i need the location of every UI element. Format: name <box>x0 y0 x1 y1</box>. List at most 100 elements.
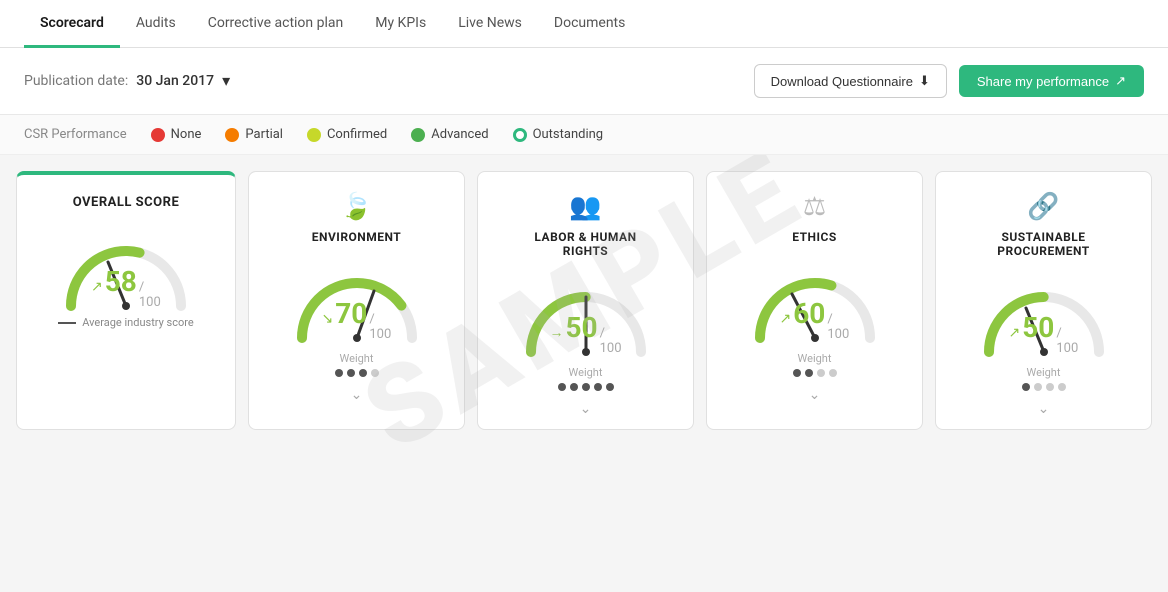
sustainable-arrow: ↗ <box>1009 325 1021 341</box>
weight-dot <box>829 369 837 377</box>
pub-date-label: Publication date: <box>24 73 128 89</box>
download-questionnaire-button[interactable]: Download Questionnaire ⬇ <box>754 64 947 98</box>
navigation: Scorecard Audits Corrective action plan … <box>0 0 1168 48</box>
outstanding-label: Outstanding <box>533 127 604 142</box>
none-dot <box>151 128 165 142</box>
confirmed-label: Confirmed <box>327 127 387 142</box>
sustainable-score-denom: / 100 <box>1056 326 1078 356</box>
share-label: Share my performance <box>977 74 1109 89</box>
ethics-title: ETHICS <box>792 230 837 244</box>
advanced-dot <box>411 128 425 142</box>
weight-dot <box>582 383 590 391</box>
pub-date-dropdown[interactable]: ▾ <box>222 71 230 91</box>
csr-performance-label: CSR Performance <box>24 127 127 142</box>
sustainable-weight-label: Weight <box>1027 366 1061 379</box>
none-label: None <box>171 127 202 142</box>
environment-score-num: 70 <box>335 297 367 330</box>
ethics-score-display: ↗ 60 / 100 <box>780 297 850 342</box>
weight-dot <box>793 369 801 377</box>
ethics-weight-dots <box>793 369 837 377</box>
partial-label: Partial <box>245 127 283 142</box>
sustainable-chevron[interactable]: ⌄ <box>1038 401 1050 417</box>
weight-dot <box>1034 383 1042 391</box>
tab-documents[interactable]: Documents <box>538 1 641 48</box>
tab-livenews[interactable]: Live News <box>442 1 538 48</box>
overall-score-num: 58 <box>105 265 137 298</box>
environment-card[interactable]: 🍃 ENVIRONMENT ↘ 70 / 100 Weight ⌄ <box>248 171 465 430</box>
weight-dot <box>1046 383 1054 391</box>
ethics-icon: ⚖ <box>803 192 826 222</box>
sustainable-title: SUSTAINABLEPROCUREMENT <box>997 230 1089 258</box>
overall-score-display: ↗ 58 / 100 <box>91 265 161 310</box>
environment-weight-label: Weight <box>340 352 374 365</box>
environment-icon: 🍃 <box>340 192 372 222</box>
sustainable-score-display: ↗ 50 / 100 <box>1009 311 1079 356</box>
avg-label: Average industry score <box>82 316 193 329</box>
labor-chevron[interactable]: ⌄ <box>580 401 592 417</box>
weight-dot <box>335 369 343 377</box>
download-icon: ⬇ <box>919 73 930 89</box>
labor-arrow: → <box>549 324 563 341</box>
tab-mykpis[interactable]: My KPIs <box>359 1 442 48</box>
weight-dot <box>1058 383 1066 391</box>
legend-bar: CSR Performance None Partial Confirmed A… <box>0 115 1168 155</box>
sustainable-gauge: ↗ 50 / 100 <box>974 272 1114 352</box>
labor-title: LABOR & HUMANRIGHTS <box>534 230 636 258</box>
ethics-weight-label: Weight <box>798 352 832 365</box>
weight-dot <box>359 369 367 377</box>
environment-score-denom: / 100 <box>369 312 391 342</box>
weight-dot <box>371 369 379 377</box>
ethics-card[interactable]: ⚖ ETHICS ↗ 60 / 100 Weight ⌄ <box>706 171 923 430</box>
toolbar: Publication date: 30 Jan 2017 ▾ Download… <box>0 48 1168 115</box>
overall-score-denom: / 100 <box>139 280 161 310</box>
legend-confirmed: Confirmed <box>307 127 387 142</box>
weight-dot <box>1022 383 1030 391</box>
pub-date-value: 30 Jan 2017 <box>136 73 214 89</box>
weight-dot <box>805 369 813 377</box>
partial-dot <box>225 128 239 142</box>
ethics-gauge: ↗ 60 / 100 <box>745 258 885 338</box>
environment-title: ENVIRONMENT <box>312 230 401 244</box>
environment-chevron[interactable]: ⌄ <box>351 387 363 403</box>
weight-dot <box>570 383 578 391</box>
legend-partial: Partial <box>225 127 283 142</box>
advanced-label: Advanced <box>431 127 488 142</box>
publication-date: Publication date: 30 Jan 2017 ▾ <box>24 71 230 91</box>
overall-score-card[interactable]: OVERALL SCORE ↗ 58 / 100 Average industr… <box>16 171 236 430</box>
tab-scorecard[interactable]: Scorecard <box>24 1 120 48</box>
sustainable-weight-dots <box>1022 383 1066 391</box>
labor-score-denom: / 100 <box>600 326 622 356</box>
legend-none: None <box>151 127 202 142</box>
confirmed-dot <box>307 128 321 142</box>
weight-dot <box>606 383 614 391</box>
environment-arrow: ↘ <box>322 311 334 327</box>
labor-score-num: 50 <box>565 311 597 344</box>
legend-advanced: Advanced <box>411 127 488 142</box>
ethics-score-denom: / 100 <box>827 312 849 342</box>
weight-dot <box>817 369 825 377</box>
outstanding-dot <box>513 128 527 142</box>
toolbar-actions: Download Questionnaire ⬇ Share my perfor… <box>754 64 1144 98</box>
ethics-chevron[interactable]: ⌄ <box>809 387 821 403</box>
labor-icon: 👥 <box>569 192 601 222</box>
labor-weight-label: Weight <box>569 366 603 379</box>
environment-gauge: ↘ 70 / 100 <box>287 258 427 338</box>
overall-gauge: ↗ 58 / 100 <box>56 226 196 306</box>
labor-gauge: → 50 / 100 <box>516 272 656 352</box>
share-icon: ↗ <box>1115 73 1126 89</box>
cards-area: SAMPLE OVERALL SCORE ↗ 58 / 100 Average … <box>0 155 1168 446</box>
share-performance-button[interactable]: Share my performance ↗ <box>959 65 1144 97</box>
sustainable-card[interactable]: 🔗 SUSTAINABLEPROCUREMENT ↗ 50 / 100 Weig… <box>935 171 1152 430</box>
avg-dash-icon <box>58 322 76 324</box>
avg-industry-score: Average industry score <box>58 316 193 329</box>
download-label: Download Questionnaire <box>771 74 913 89</box>
tab-corrective[interactable]: Corrective action plan <box>192 1 360 48</box>
labor-weight-dots <box>558 383 614 391</box>
ethics-score-num: 60 <box>793 297 825 330</box>
tab-audits[interactable]: Audits <box>120 1 192 48</box>
sustainable-score-num: 50 <box>1022 311 1054 344</box>
environment-score-display: ↘ 70 / 100 <box>322 297 392 342</box>
labor-card[interactable]: 👥 LABOR & HUMANRIGHTS → 50 / 100 Weight … <box>477 171 694 430</box>
sustainable-icon: 🔗 <box>1027 192 1059 222</box>
weight-dot <box>347 369 355 377</box>
